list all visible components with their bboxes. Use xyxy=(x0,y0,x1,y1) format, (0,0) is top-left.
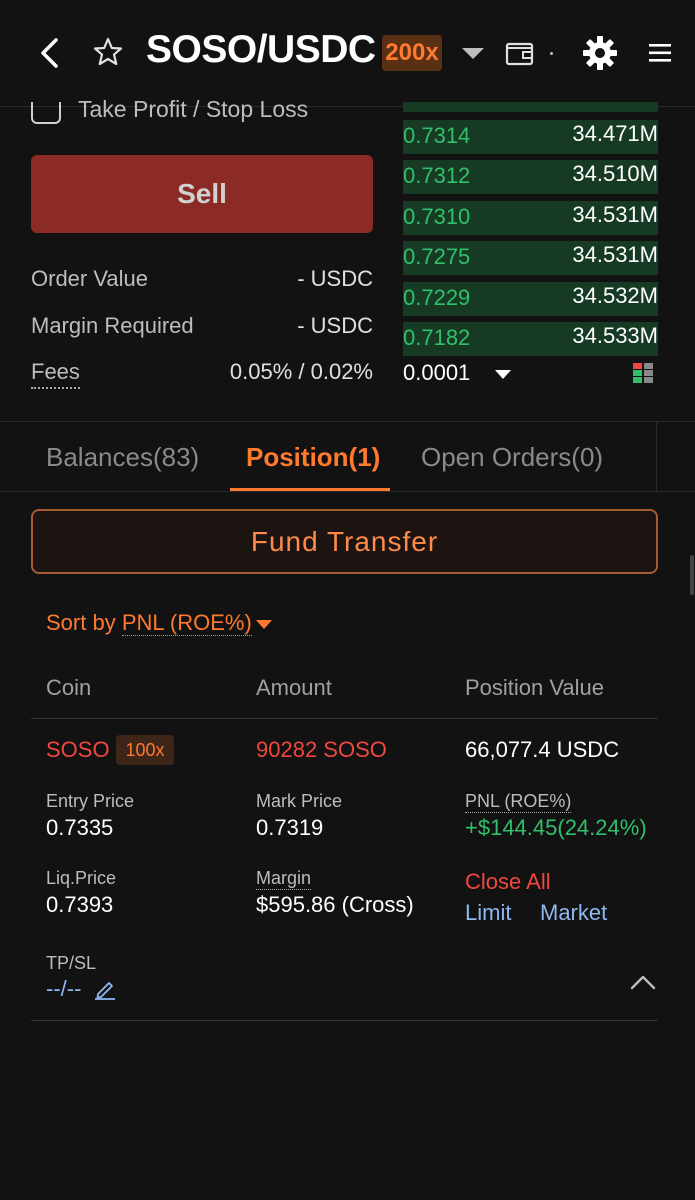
tab-open-orders[interactable]: Open Orders(0) xyxy=(421,442,603,473)
pnl-label[interactable]: PNL (ROE%) xyxy=(465,791,572,813)
orderbook-size: 34.471M xyxy=(572,121,658,146)
wallet-status-dot xyxy=(550,52,553,55)
margin-value: $595.86 (Cross) xyxy=(256,892,414,917)
entry-price-label: Entry Price xyxy=(46,791,135,811)
orderbook-price: 0.7275 xyxy=(403,244,471,269)
orderbook-size: 34.531M xyxy=(572,242,658,267)
margin-required-value: - USDC xyxy=(297,313,373,338)
close-limit-button[interactable]: Limit xyxy=(465,900,511,926)
fees-label[interactable]: Fees xyxy=(31,359,80,389)
orderbook-row[interactable]: 0.7182 34.533M xyxy=(403,322,658,356)
settings-gear-icon[interactable] xyxy=(582,35,618,71)
order-value: - USDC xyxy=(297,266,373,291)
tab-position[interactable]: Position(1) xyxy=(246,442,380,473)
sort-caret-icon[interactable] xyxy=(256,620,272,629)
back-arrow-icon[interactable] xyxy=(34,36,68,70)
sell-button[interactable]: Sell xyxy=(31,155,373,233)
column-header-amount: Amount xyxy=(256,675,332,700)
pnl-value: +$144.45(24.24%) xyxy=(465,815,647,840)
account-tabs: Balances(83) Position(1) Open Orders(0) xyxy=(0,421,695,492)
active-tab-indicator xyxy=(230,488,390,491)
position-leverage-badge: 100x xyxy=(116,735,174,765)
tick-size-caret-icon[interactable] xyxy=(495,370,511,379)
orderbook-price: 0.7312 xyxy=(403,163,471,188)
orderbook-layout-icon[interactable] xyxy=(632,362,654,384)
hamburger-menu-icon[interactable] xyxy=(648,42,672,64)
orderbook-row[interactable]: 0.7312 34.510M xyxy=(403,160,658,194)
leverage-badge[interactable]: 200x xyxy=(382,35,442,71)
liq-price-label: Liq.Price xyxy=(46,868,117,888)
column-header-position-value: Position Value xyxy=(465,675,605,700)
trading-pair-title[interactable]: SOSO/USDC xyxy=(146,28,376,72)
position-coin[interactable]: SOSO xyxy=(46,737,110,763)
orderbook-row-partial xyxy=(403,102,658,112)
collapse-chevron-up-icon[interactable] xyxy=(630,972,656,992)
orderbook-row[interactable]: 0.7310 34.531M xyxy=(403,201,658,235)
edit-pencil-icon[interactable] xyxy=(94,978,116,1000)
orderbook-price: 0.7310 xyxy=(403,204,471,229)
tick-size-selector[interactable]: 0.0001 xyxy=(403,360,470,386)
margin-label[interactable]: Margin xyxy=(256,868,312,890)
orderbook-size: 34.533M xyxy=(572,323,658,348)
liq-price-value: 0.7393 xyxy=(46,892,114,917)
orderbook-price: 0.7229 xyxy=(403,285,471,310)
tpsl-checkbox-label: Take Profit / Stop Loss xyxy=(78,96,309,122)
mark-price-label: Mark Price xyxy=(256,791,343,811)
orderbook-size: 34.531M xyxy=(572,202,658,227)
position-value: 66,077.4 USDC xyxy=(465,737,620,762)
pair-dropdown-caret-icon[interactable] xyxy=(462,48,484,59)
position-amount: 90282 SOSO xyxy=(256,737,387,762)
scrollbar-thumb[interactable] xyxy=(690,555,694,595)
orderbook-price: 0.7182 xyxy=(403,325,471,350)
tab-overflow-divider xyxy=(656,422,657,492)
tpsl-value: --/-- xyxy=(46,976,82,1001)
margin-required-label: Margin Required xyxy=(31,313,194,338)
sort-field[interactable]: PNL (ROE%) xyxy=(121,610,252,636)
sort-prefix: Sort by xyxy=(46,610,116,635)
order-value-label: Order Value xyxy=(31,266,148,291)
close-all-label: Close All xyxy=(465,869,551,894)
orderbook-price: 0.7314 xyxy=(403,123,471,148)
top-bar: SOSO/USDC 200x xyxy=(0,0,695,107)
fees-value: 0.05% / 0.02% xyxy=(229,359,373,384)
orderbook-row[interactable]: 0.7229 34.532M xyxy=(403,282,658,316)
table-divider xyxy=(31,718,658,719)
tpsl-label: TP/SL xyxy=(46,953,97,973)
sort-selector[interactable]: Sort by PNL (ROE%) xyxy=(46,610,252,636)
column-header-coin: Coin xyxy=(46,675,92,700)
wallet-icon[interactable] xyxy=(505,40,535,66)
orderbook-row[interactable]: 0.7275 34.531M xyxy=(403,241,658,275)
orderbook-size: 34.532M xyxy=(572,283,658,308)
table-divider xyxy=(31,1020,658,1021)
close-market-button[interactable]: Market xyxy=(540,900,607,926)
orderbook-size: 34.510M xyxy=(572,161,658,186)
entry-price-value: 0.7335 xyxy=(46,815,114,840)
tab-balances[interactable]: Balances(83) xyxy=(46,442,199,473)
favorite-star-icon[interactable] xyxy=(92,36,124,68)
fund-transfer-button[interactable]: Fund Transfer xyxy=(31,509,658,574)
orderbook-row[interactable]: 0.7314 34.471M xyxy=(403,120,658,154)
tpsl-checkbox[interactable] xyxy=(31,102,61,124)
mark-price-value: 0.7319 xyxy=(256,815,324,840)
